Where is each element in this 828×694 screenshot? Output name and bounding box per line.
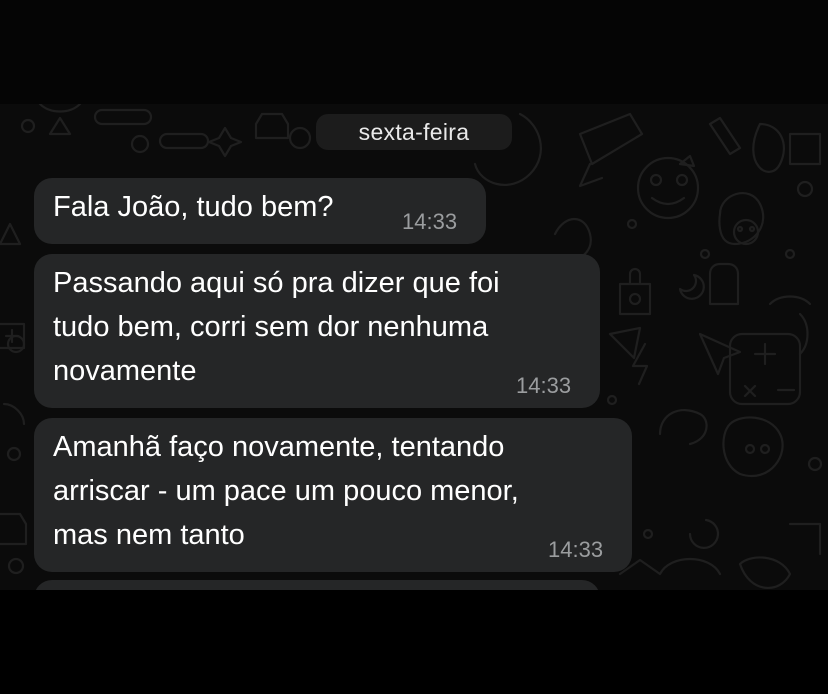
message-text: Passando aqui só pra dizer que foi tudo … xyxy=(53,267,500,387)
top-black-area xyxy=(0,0,828,104)
message-bubble[interactable]: Amanhã faço novamente, tentando arriscar… xyxy=(34,418,632,572)
message-text: Amanhã faço novamente, tentando arriscar… xyxy=(53,431,519,551)
message-timestamp: 14:33 xyxy=(548,537,604,562)
message-text: Fala João, tudo bem? xyxy=(53,191,334,223)
message-bubble-partial[interactable] xyxy=(34,580,600,590)
bottom-black-area xyxy=(0,590,828,694)
date-label: sexta-feira xyxy=(358,119,470,145)
chat-scroll-area[interactable]: sexta-feira Fala João, tudo bem? Passand… xyxy=(0,104,828,590)
date-separator: sexta-feira xyxy=(316,114,512,150)
message-timestamp: 14:33 xyxy=(402,209,458,234)
message-timestamp: 14:33 xyxy=(516,373,572,398)
